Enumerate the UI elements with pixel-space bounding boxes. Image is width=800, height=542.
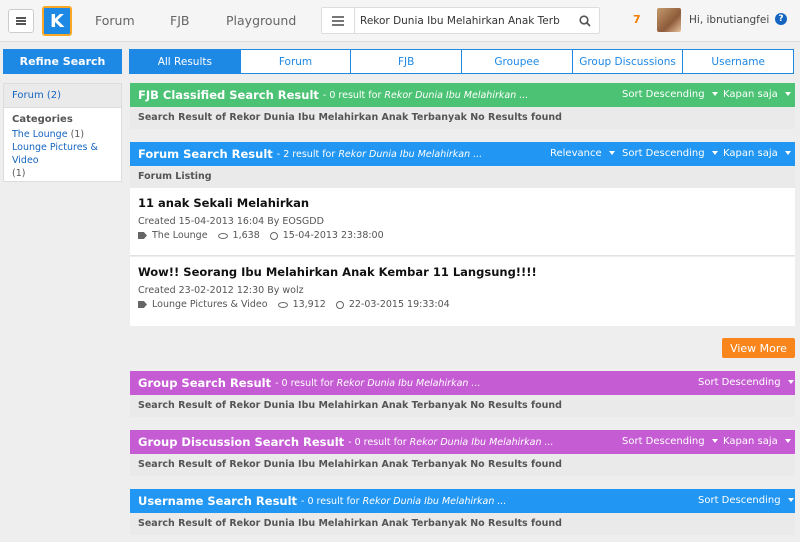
time-dropdown[interactable]: Kapan saja (723, 148, 791, 159)
group-empty-message: Search Result of Rekor Dunia Ibu Melahir… (130, 395, 795, 417)
nav-playground[interactable]: Playground (226, 13, 296, 28)
group-section-header: Group Search Result - 0 result for Rekor… (130, 371, 795, 395)
username-empty-message: Search Result of Rekor Dunia Ibu Melahir… (130, 513, 795, 535)
tab-all-results[interactable]: All Results (129, 49, 241, 74)
filter-forum[interactable]: Forum (2) (4, 84, 121, 108)
result-tabs: All Results Forum FJB Groupee Group Disc… (129, 49, 795, 74)
hamburger-menu-button[interactable] (8, 9, 34, 33)
section-subtitle: - 0 result for Rekor Dunia Ibu Melahirka… (275, 377, 481, 389)
clock-icon (335, 300, 344, 309)
thread-created: Created 23-02-2012 12:30 By wolz (138, 285, 304, 296)
chevron-down-icon (784, 439, 791, 443)
clock-icon (269, 231, 278, 240)
chevron-down-icon (711, 92, 718, 96)
user-greeting[interactable]: Hi, ibnutiangfei (689, 14, 769, 26)
section-title: Group Search Result (138, 376, 272, 390)
search-button[interactable] (571, 8, 599, 33)
thread-item: 11 anak Sekali Melahirkan Created 15-04-… (130, 188, 795, 256)
category-link[interactable]: Lounge Pictures & Video (12, 142, 98, 166)
chevron-down-icon (787, 498, 794, 502)
fjb-empty-message: Search Result of Rekor Dunia Ibu Melahir… (130, 107, 795, 129)
thread-title[interactable]: Wow!! Seorang Ibu Melahirkan Anak Kembar… (138, 265, 787, 279)
sort-dropdown[interactable]: Sort Descending (622, 89, 718, 100)
tag-icon (138, 232, 147, 239)
sort-dropdown[interactable]: Sort Descending (622, 148, 718, 159)
thread-meta: Lounge Pictures & Video 13,912 22-03-201… (138, 299, 787, 310)
search-divider (354, 8, 355, 33)
chevron-down-icon (784, 92, 791, 96)
thread-last-post: 15-04-2013 23:38:00 (282, 230, 384, 241)
tab-fjb[interactable]: FJB (350, 49, 463, 74)
sort-dropdown[interactable]: Sort Descending (698, 495, 794, 506)
kaskus-logo[interactable]: K (42, 6, 72, 36)
thread-created: Created 15-04-2013 16:04 By EOSGDD (138, 216, 324, 227)
help-icon[interactable]: ? (775, 13, 787, 25)
notification-count[interactable]: 7 (633, 13, 641, 26)
refine-search-button[interactable]: Refine Search (3, 49, 122, 74)
time-dropdown[interactable]: Kapan saja (723, 89, 791, 100)
sort-dropdown[interactable]: Sort Descending (622, 436, 718, 447)
section-title: Forum Search Result (138, 147, 273, 161)
top-bar: K Forum FJB Playground 7 Hi, ibnutiangfe… (0, 0, 800, 42)
chevron-down-icon (784, 151, 791, 155)
avatar[interactable] (657, 8, 681, 32)
section-subtitle: - 2 result for Rekor Dunia Ibu Melahirka… (276, 148, 483, 160)
tag-icon (138, 301, 147, 308)
thread-category[interactable]: The Lounge (152, 230, 208, 241)
chevron-down-icon (711, 439, 718, 443)
section-subtitle: - 0 result for Rekor Dunia Ibu Melahirka… (322, 89, 529, 101)
chevron-down-icon (711, 151, 718, 155)
username-section-header: Username Search Result - 0 result for Re… (130, 489, 795, 513)
time-dropdown[interactable]: Kapan saja (723, 436, 791, 447)
thread-item: Wow!! Seorang Ibu Melahirkan Anak Kembar… (130, 257, 795, 326)
search-menu-icon[interactable] (332, 16, 344, 18)
categories-filter: Categories The Lounge (1) Lounge Picture… (4, 108, 121, 185)
forum-listing-label: Forum Listing (130, 167, 795, 188)
fjb-section-header: FJB Classified Search Result - 0 result … (130, 83, 795, 107)
category-item: Lounge Pictures & Video (1) (12, 141, 113, 180)
search-bar (321, 7, 600, 34)
section-title: Username Search Result (138, 494, 298, 508)
refine-panel: Forum (2) Categories The Lounge (1) Loun… (3, 83, 122, 182)
category-count: (1) (12, 168, 26, 179)
section-subtitle: - 0 result for Rekor Dunia Ibu Melahirka… (348, 436, 554, 448)
category-link[interactable]: The Lounge (12, 129, 68, 140)
tab-groupee[interactable]: Groupee (461, 49, 573, 74)
section-title: FJB Classified Search Result (138, 88, 319, 102)
search-input[interactable] (360, 12, 560, 29)
tab-forum[interactable]: Forum (239, 49, 352, 74)
category-item: The Lounge (1) (12, 128, 113, 141)
forum-section-header: Forum Search Result - 2 result for Rekor… (130, 142, 795, 166)
group-discussion-section-header: Group Discussion Search Result - 0 resul… (130, 430, 795, 454)
eye-icon (277, 301, 288, 308)
nav-fjb[interactable]: FJB (170, 13, 189, 28)
thread-category[interactable]: Lounge Pictures & Video (152, 299, 268, 310)
thread-views: 1,638 (232, 230, 260, 241)
tab-username[interactable]: Username (682, 49, 795, 74)
thread-meta: The Lounge 1,638 15-04-2013 23:38:00 (138, 230, 787, 241)
eye-icon (217, 232, 228, 239)
section-subtitle: - 0 result for Rekor Dunia Ibu Melahirka… (301, 495, 507, 507)
thread-views: 13,912 (292, 299, 326, 310)
sort-dropdown[interactable]: Sort Descending (698, 377, 794, 388)
section-title: Group Discussion Search Result (138, 435, 345, 449)
search-icon (579, 14, 591, 27)
menu-icon (16, 20, 26, 22)
chevron-down-icon (787, 380, 794, 384)
relevance-dropdown[interactable]: Relevance (550, 148, 615, 159)
view-more-button[interactable]: View More (722, 338, 795, 358)
nav-forum[interactable]: Forum (95, 13, 135, 28)
group-discussion-empty-message: Search Result of Rekor Dunia Ibu Melahir… (130, 454, 795, 476)
thread-last-post: 22-03-2015 19:33:04 (348, 299, 450, 310)
thread-title[interactable]: 11 anak Sekali Melahirkan (138, 196, 787, 210)
chevron-down-icon (608, 151, 615, 155)
tab-group-discussions[interactable]: Group Discussions (571, 49, 684, 74)
category-count: (1) (70, 129, 85, 140)
categories-heading: Categories (12, 114, 73, 125)
